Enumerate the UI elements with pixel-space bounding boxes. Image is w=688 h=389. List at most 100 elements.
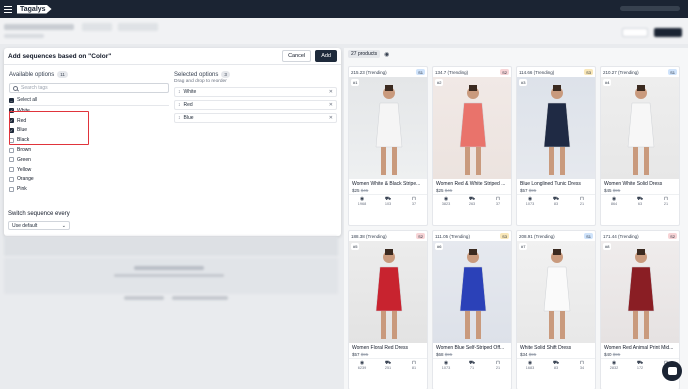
- product-image[interactable]: #1: [349, 77, 427, 179]
- app-logo[interactable]: Tagalys: [17, 4, 52, 14]
- views-stat: ◉ 864: [601, 195, 627, 208]
- option-yellow[interactable]: Yellow: [9, 165, 169, 175]
- option-orange[interactable]: Orange: [9, 175, 169, 185]
- eye-icon[interactable]: ◉: [384, 51, 389, 58]
- product-name: Blue Longlined Tunic Dress: [520, 181, 581, 187]
- panel-header: Add sequences based on "Color" Cancel Ad…: [4, 48, 341, 65]
- checkbox-checked-icon[interactable]: ✓: [9, 127, 14, 133]
- option-brown[interactable]: Brown: [9, 145, 169, 155]
- checkbox-icon[interactable]: [9, 186, 14, 192]
- option-label: Yellow: [17, 166, 32, 173]
- selected-item-blue[interactable]: ↕ Blue ✕: [174, 113, 337, 123]
- product-image[interactable]: #2: [433, 77, 511, 179]
- option-red[interactable]: ✓ Red: [9, 116, 169, 126]
- mrp: $95: [444, 352, 453, 357]
- add-button[interactable]: Add: [315, 50, 337, 62]
- buy-count: 21: [663, 202, 669, 206]
- card-score-row: 210.27 (Trending) S1: [601, 67, 679, 77]
- option-label: Green: [17, 156, 31, 163]
- option-green[interactable]: Green: [9, 155, 169, 165]
- chat-button[interactable]: [662, 361, 682, 381]
- selected-count-badge: 3: [221, 71, 230, 78]
- product-card[interactable]: 188.38 (Trending) S2 #5 Women Floral Red Dr…: [348, 230, 428, 389]
- price: $45: [604, 188, 612, 193]
- checkbox-icon[interactable]: [9, 176, 14, 182]
- select-all-checkbox[interactable]: – Select all: [9, 97, 169, 106]
- option-pink[interactable]: Pink: [9, 184, 169, 194]
- product-image[interactable]: #7: [517, 241, 595, 343]
- views-count: 1683: [525, 366, 535, 370]
- cancel-button[interactable]: Cancel: [282, 50, 312, 62]
- mrp: $45: [360, 188, 369, 193]
- selected-item-white[interactable]: ↕ White ✕: [174, 87, 337, 97]
- product-name: Women Red & White Striped ...: [436, 181, 506, 187]
- product-price: $45 $95: [601, 187, 679, 194]
- checkbox-icon[interactable]: [9, 167, 14, 173]
- close-icon[interactable]: ✕: [329, 102, 333, 108]
- cart-count: 172: [636, 366, 644, 370]
- option-label: Pink: [17, 186, 27, 193]
- product-card[interactable]: 215.23 (Trending) S1 #1 Women White & Black…: [348, 66, 428, 226]
- selected-options-column: Selected options 3 Drag and drop to reor…: [174, 71, 337, 123]
- mrp: $95: [612, 188, 621, 193]
- drag-handle-icon[interactable]: ↕: [178, 115, 181, 121]
- product-card[interactable]: 134.7 (Trending) S2 #2 Women Red & White St…: [432, 66, 512, 226]
- selected-item-label: Red: [183, 102, 193, 108]
- product-price: $57 $95: [517, 187, 595, 194]
- cart-count: 251: [384, 366, 392, 370]
- card-score-row: 208.91 (Trending) S1: [517, 231, 595, 241]
- buy-stat: ⊓ 21: [653, 195, 679, 208]
- product-price: $34 $95: [517, 351, 595, 358]
- trending-score: 210.27 (Trending): [603, 69, 639, 75]
- mrp: $95: [612, 352, 621, 357]
- close-icon[interactable]: ✕: [329, 89, 333, 95]
- price: $68: [436, 352, 444, 357]
- views-count: 1073: [441, 366, 451, 370]
- product-image[interactable]: #3: [517, 77, 595, 179]
- card-score-row: 188.38 (Trending) S2: [349, 231, 427, 241]
- product-image[interactable]: #4: [601, 77, 679, 179]
- card-stats: ◉ 864 ⛟ 63 ⊓ 21: [601, 194, 679, 208]
- card-score-row: 111.05 (Trending) S3: [433, 231, 511, 241]
- cart-count: 83: [553, 202, 559, 206]
- product-card[interactable]: 114.66 (Trending) S3 #3 Blue Longlined Tuni…: [516, 66, 596, 226]
- search-tags-input[interactable]: Search tags: [9, 83, 169, 93]
- checkbox-icon[interactable]: [9, 137, 14, 143]
- option-white[interactable]: ✓ White: [9, 106, 169, 116]
- option-label: Orange: [17, 176, 34, 183]
- buy-count: 21: [579, 202, 585, 206]
- product-card[interactable]: 208.91 (Trending) S1 #7 White Solid Shift D…: [516, 230, 596, 389]
- switch-sequence-select[interactable]: Use default ⌄: [8, 221, 70, 230]
- card-score-row: 215.23 (Trending) S1: [349, 67, 427, 77]
- product-image[interactable]: #5: [349, 241, 427, 343]
- checkbox-checked-icon[interactable]: ✓: [9, 118, 14, 124]
- close-icon[interactable]: ✕: [329, 115, 333, 121]
- drag-handle-icon[interactable]: ↕: [178, 89, 181, 95]
- account-menu[interactable]: [620, 6, 680, 11]
- views-stat: ◉ 3823: [433, 195, 459, 208]
- price: $25: [352, 188, 360, 193]
- chat-icon: [667, 367, 677, 375]
- available-count-badge: 11: [57, 71, 68, 78]
- card-score-row: 171.44 (Trending) S2: [601, 231, 679, 241]
- option-blue[interactable]: ✓ Blue: [9, 126, 169, 136]
- buy-count: 37: [495, 202, 501, 206]
- cart-stat: ⛟ 63: [627, 195, 653, 208]
- selected-item-red[interactable]: ↕ Red ✕: [174, 100, 337, 110]
- drag-handle-icon[interactable]: ↕: [178, 102, 181, 108]
- selected-options-label: Selected options: [174, 71, 219, 78]
- product-name: Women White Solid Dress: [604, 181, 663, 187]
- checkbox-icon[interactable]: [9, 147, 14, 153]
- product-image[interactable]: #8: [601, 241, 679, 343]
- product-card[interactable]: 111.05 (Trending) S3 #6 Women Blue Self-Str…: [432, 230, 512, 389]
- position-badge: #3: [519, 79, 528, 86]
- position-badge: #7: [519, 243, 528, 250]
- product-price: $40 $95: [601, 351, 679, 358]
- product-card[interactable]: 210.27 (Trending) S1 #4 Women White Solid D…: [600, 66, 680, 226]
- product-image[interactable]: #6: [433, 241, 511, 343]
- menu-icon[interactable]: [4, 5, 12, 13]
- checkbox-icon[interactable]: [9, 157, 14, 163]
- option-black[interactable]: Black: [9, 135, 169, 145]
- checkbox-checked-icon[interactable]: ✓: [9, 108, 14, 114]
- buy-count: 37: [411, 202, 417, 206]
